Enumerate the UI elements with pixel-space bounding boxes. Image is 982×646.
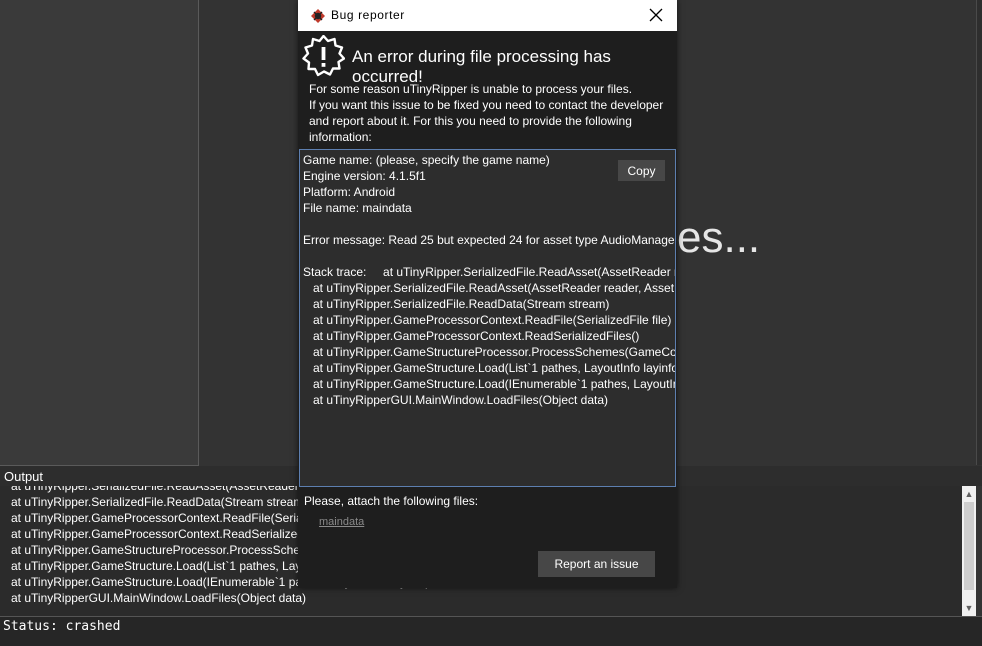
- error-info-textbox[interactable]: Game name: (please, specify the game nam…: [299, 149, 676, 487]
- info-line: at uTinyRipper.SerializedFile.ReadData(S…: [303, 297, 610, 311]
- status-text: Status: crashed: [3, 619, 121, 634]
- close-icon: [649, 8, 663, 22]
- output-label: Output: [4, 469, 44, 484]
- info-line: ​: [303, 216, 675, 232]
- info-line: ​: [303, 248, 675, 264]
- info-line: at uTinyRipper.GameStructure.Load(List`1…: [303, 361, 676, 375]
- info-line: at uTinyRipper.GameProcessorContext.Read…: [303, 329, 640, 343]
- status-bar: Status: crashed: [0, 616, 982, 646]
- description-line: For some reason uTinyRipper is unable to…: [309, 82, 633, 96]
- info-line: at uTinyRipper.GameStructure.Load(IEnume…: [313, 377, 675, 391]
- attach-files-label: Please, attach the following files:: [304, 494, 479, 508]
- dialog-title: Bug reporter: [331, 8, 405, 22]
- bug-icon: [310, 8, 326, 24]
- file-panel: [0, 0, 199, 466]
- info-line: at uTinyRipperGUI.MainWindow.LoadFiles(O…: [303, 393, 609, 407]
- info-line: Stack trace: at uTinyRipper.SerializedFi…: [303, 265, 675, 279]
- info-line: Platform: Android: [303, 185, 396, 199]
- attach-file-link[interactable]: maindata: [319, 516, 364, 528]
- info-line: at uTinyRipper.GameStructureProcessor.Pr…: [313, 345, 676, 359]
- error-description: For some reason uTinyRipper is unable to…: [309, 81, 671, 145]
- scrollbar-thumb[interactable]: [964, 502, 974, 590]
- description-line: and report about it. For this you need t…: [309, 114, 632, 128]
- description-line: information:: [309, 130, 372, 144]
- description-line: If you want this issue to be fixed you n…: [309, 98, 664, 112]
- background-status-text: es...: [677, 213, 761, 262]
- report-issue-button[interactable]: Report an issue: [538, 551, 655, 577]
- info-line: Error message: Read 25 but expected 24 f…: [303, 233, 676, 247]
- log-line: at uTinyRipperGUI.MainWindow.LoadFiles(O…: [11, 591, 307, 605]
- warning-gear-icon: [302, 35, 345, 77]
- copy-button[interactable]: Copy: [618, 160, 665, 181]
- scroll-up-arrow-icon[interactable]: ▲: [962, 488, 976, 500]
- info-line: at uTinyRipper.SerializedFile.ReadAsset(…: [313, 281, 675, 295]
- bug-reporter-dialog: Bug reporter An error during file proces…: [298, 0, 677, 588]
- log-scrollbar[interactable]: ▲ ▼: [962, 486, 976, 616]
- scroll-down-arrow-icon[interactable]: ▼: [962, 602, 976, 614]
- right-panel-edge: [976, 0, 982, 465]
- close-button[interactable]: [644, 4, 668, 26]
- info-line: at uTinyRipper.GameProcessorContext.Read…: [303, 313, 672, 327]
- info-line: File name: maindata: [303, 201, 412, 215]
- dialog-title-bar[interactable]: Bug reporter: [298, 0, 677, 31]
